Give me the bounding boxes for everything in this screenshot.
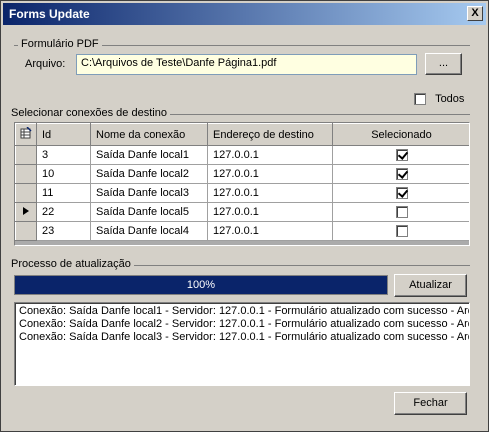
update-process-group: Processo de atualização	[8, 258, 470, 270]
table-header-row: Id Nome da conexão Endereço de destino S…	[15, 123, 469, 146]
cell-selected[interactable]	[332, 221, 469, 241]
file-label: Arquivo:	[25, 58, 66, 70]
connections-grid[interactable]: Id Nome da conexão Endereço de destino S…	[14, 122, 470, 246]
table-row[interactable]: 22 Saída Danfe local5 127.0.0.1	[15, 202, 469, 222]
select-all-toggle[interactable]: Todos	[414, 93, 465, 106]
log-line: Conexão: Saída Danfe local2 - Servidor: …	[19, 318, 470, 330]
select-all-checkbox[interactable]	[414, 93, 426, 106]
cell-id[interactable]: 10	[36, 164, 91, 184]
close-button[interactable]: Fechar	[394, 392, 467, 415]
log-line: Conexão: Saída Danfe local1 - Servidor: …	[19, 305, 470, 317]
update-progress-bar: 100%	[14, 275, 388, 295]
column-header-id[interactable]: Id	[36, 123, 91, 146]
update-process-group-label: Processo de atualização	[8, 258, 134, 270]
cell-connection-name[interactable]: Saída Danfe local1	[90, 145, 208, 165]
file-path-field[interactable]: C:\Arquivos de Teste\Danfe Página1.pdf	[76, 54, 417, 75]
table-row[interactable]: 10 Saída Danfe local2 127.0.0.1	[15, 164, 469, 184]
cell-id[interactable]: 3	[36, 145, 91, 165]
connections-table: Id Nome da conexão Endereço de destino S…	[15, 123, 469, 241]
table-row[interactable]: 23 Saída Danfe local4 127.0.0.1	[15, 221, 469, 241]
cell-address[interactable]: 127.0.0.1	[207, 202, 333, 222]
row-selected-checkbox[interactable]	[395, 225, 408, 238]
cell-address[interactable]: 127.0.0.1	[207, 183, 333, 203]
cell-selected[interactable]	[332, 164, 469, 184]
select-all-label: Todos	[435, 93, 465, 106]
row-selected-checkbox[interactable]	[395, 187, 408, 200]
row-header[interactable]	[15, 145, 37, 165]
grid-corner-icon[interactable]	[15, 123, 37, 146]
forms-update-window: Forms Update X Formulário PDF Arquivo: C…	[0, 0, 489, 432]
cell-selected[interactable]	[332, 202, 469, 222]
row-selected-checkbox[interactable]	[395, 149, 408, 162]
window-title: Forms Update	[9, 7, 90, 21]
column-header-address[interactable]: Endereço de destino	[207, 123, 333, 146]
column-header-name[interactable]: Nome da conexão	[90, 123, 208, 146]
update-log[interactable]: Conexão: Saída Danfe local1 - Servidor: …	[14, 302, 470, 386]
cell-id[interactable]: 22	[36, 202, 91, 222]
column-header-selected[interactable]: Selecionado	[332, 123, 469, 146]
title-bar[interactable]: Forms Update X	[3, 3, 486, 25]
close-window-button[interactable]: X	[467, 6, 483, 21]
browse-button[interactable]: ...	[425, 53, 462, 75]
table-row[interactable]: 11 Saída Danfe local3 127.0.0.1	[15, 183, 469, 203]
cell-connection-name[interactable]: Saída Danfe local4	[90, 221, 208, 241]
connections-group: Selecionar conexões de destino	[8, 107, 470, 119]
pdf-form-group-label: Formulário PDF	[18, 38, 102, 50]
row-header[interactable]	[15, 183, 37, 203]
row-header[interactable]	[15, 164, 37, 184]
update-button[interactable]: Atualizar	[394, 274, 467, 297]
log-line: Conexão: Saída Danfe local3 - Servidor: …	[19, 331, 470, 343]
table-row[interactable]: 3 Saída Danfe local1 127.0.0.1	[15, 145, 469, 165]
row-selected-checkbox[interactable]	[395, 168, 408, 181]
cell-id[interactable]: 23	[36, 221, 91, 241]
current-row-indicator-icon[interactable]	[15, 202, 37, 222]
row-header[interactable]	[15, 221, 37, 241]
cell-selected[interactable]	[332, 183, 469, 203]
cell-id[interactable]: 11	[36, 183, 91, 203]
cell-connection-name[interactable]: Saída Danfe local5	[90, 202, 208, 222]
row-selected-checkbox[interactable]	[395, 206, 408, 219]
cell-selected[interactable]	[332, 145, 469, 165]
connections-group-label: Selecionar conexões de destino	[8, 107, 170, 119]
cell-address[interactable]: 127.0.0.1	[207, 145, 333, 165]
cell-address[interactable]: 127.0.0.1	[207, 164, 333, 184]
cell-connection-name[interactable]: Saída Danfe local2	[90, 164, 208, 184]
progress-text: 100%	[186, 279, 216, 291]
cell-connection-name[interactable]: Saída Danfe local3	[90, 183, 208, 203]
cell-address[interactable]: 127.0.0.1	[207, 221, 333, 241]
pdf-form-group: Formulário PDF	[14, 38, 470, 50]
